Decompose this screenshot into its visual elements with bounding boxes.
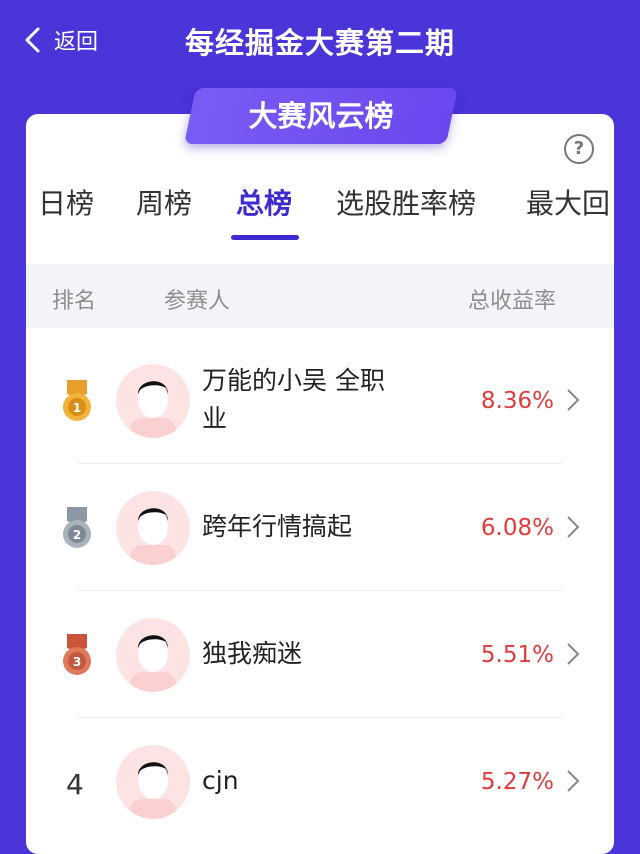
chevron-right-icon (567, 389, 580, 411)
chevron-right-icon (567, 516, 580, 538)
return-rate: 5.27% (480, 769, 554, 795)
table-row[interactable]: 3 独我痴迷 5.51% (26, 592, 614, 718)
table-row[interactable]: 4 cjn 5.27% (26, 719, 614, 845)
participant-name: 万能的小吴 全职业 (202, 366, 385, 433)
leaderboard-card: ? 日榜 周榜 总榜 选股胜率榜 最大回 排名 参赛人 总收益率 1 万能的小吴… (26, 114, 614, 854)
silver-medal-icon: 2 (63, 507, 91, 548)
tab-overall[interactable]: 总榜 (236, 182, 292, 222)
avatar (116, 745, 190, 819)
table-row[interactable]: 2 跨年行情搞起 6.08% (26, 465, 614, 591)
return-rate: 8.36% (480, 388, 554, 414)
tab-max-drawdown[interactable]: 最大回 (526, 182, 610, 222)
rank-number: 4 (66, 768, 84, 801)
svg-text:3: 3 (73, 655, 81, 669)
return-rate: 5.51% (480, 642, 554, 668)
col-rate-header: 总收益率 (468, 289, 557, 314)
participant-name: 独我痴迷 (202, 639, 303, 668)
col-rank-header: 排名 (52, 289, 97, 314)
svg-text:2: 2 (73, 528, 81, 542)
tab-daily[interactable]: 日榜 (38, 182, 94, 222)
return-rate: 6.08% (480, 515, 554, 541)
row-divider (78, 463, 562, 464)
active-tab-indicator (231, 235, 299, 240)
help-icon[interactable]: ? (564, 134, 594, 164)
header-bar: 返回 每经掘金大赛第二期 (0, 0, 640, 80)
row-divider (78, 590, 562, 591)
avatar (116, 491, 190, 565)
avatar (116, 618, 190, 692)
row-divider (78, 717, 562, 718)
chevron-right-icon (567, 643, 580, 665)
gold-medal-icon: 1 (63, 380, 91, 421)
bronze-medal-icon: 3 (63, 634, 91, 675)
chevron-right-icon (567, 770, 580, 792)
avatar (116, 364, 190, 438)
page-title: 每经掘金大赛第二期 (184, 26, 455, 60)
leaderboard-banner-title: 大赛风云榜 (248, 99, 394, 133)
table-header: 排名 参赛人 总收益率 (26, 264, 614, 328)
participant-name: 跨年行情搞起 (202, 512, 353, 541)
col-user-header: 参赛人 (164, 289, 231, 314)
svg-text:1: 1 (73, 401, 81, 415)
tab-weekly[interactable]: 周榜 (136, 182, 192, 222)
table-row[interactable]: 1 万能的小吴 全职业 8.36% (26, 338, 614, 464)
participant-name: cjn (202, 766, 239, 795)
tab-win-rate[interactable]: 选股胜率榜 (336, 182, 476, 222)
tab-bar: 日榜 周榜 总榜 选股胜率榜 最大回 (26, 182, 614, 242)
